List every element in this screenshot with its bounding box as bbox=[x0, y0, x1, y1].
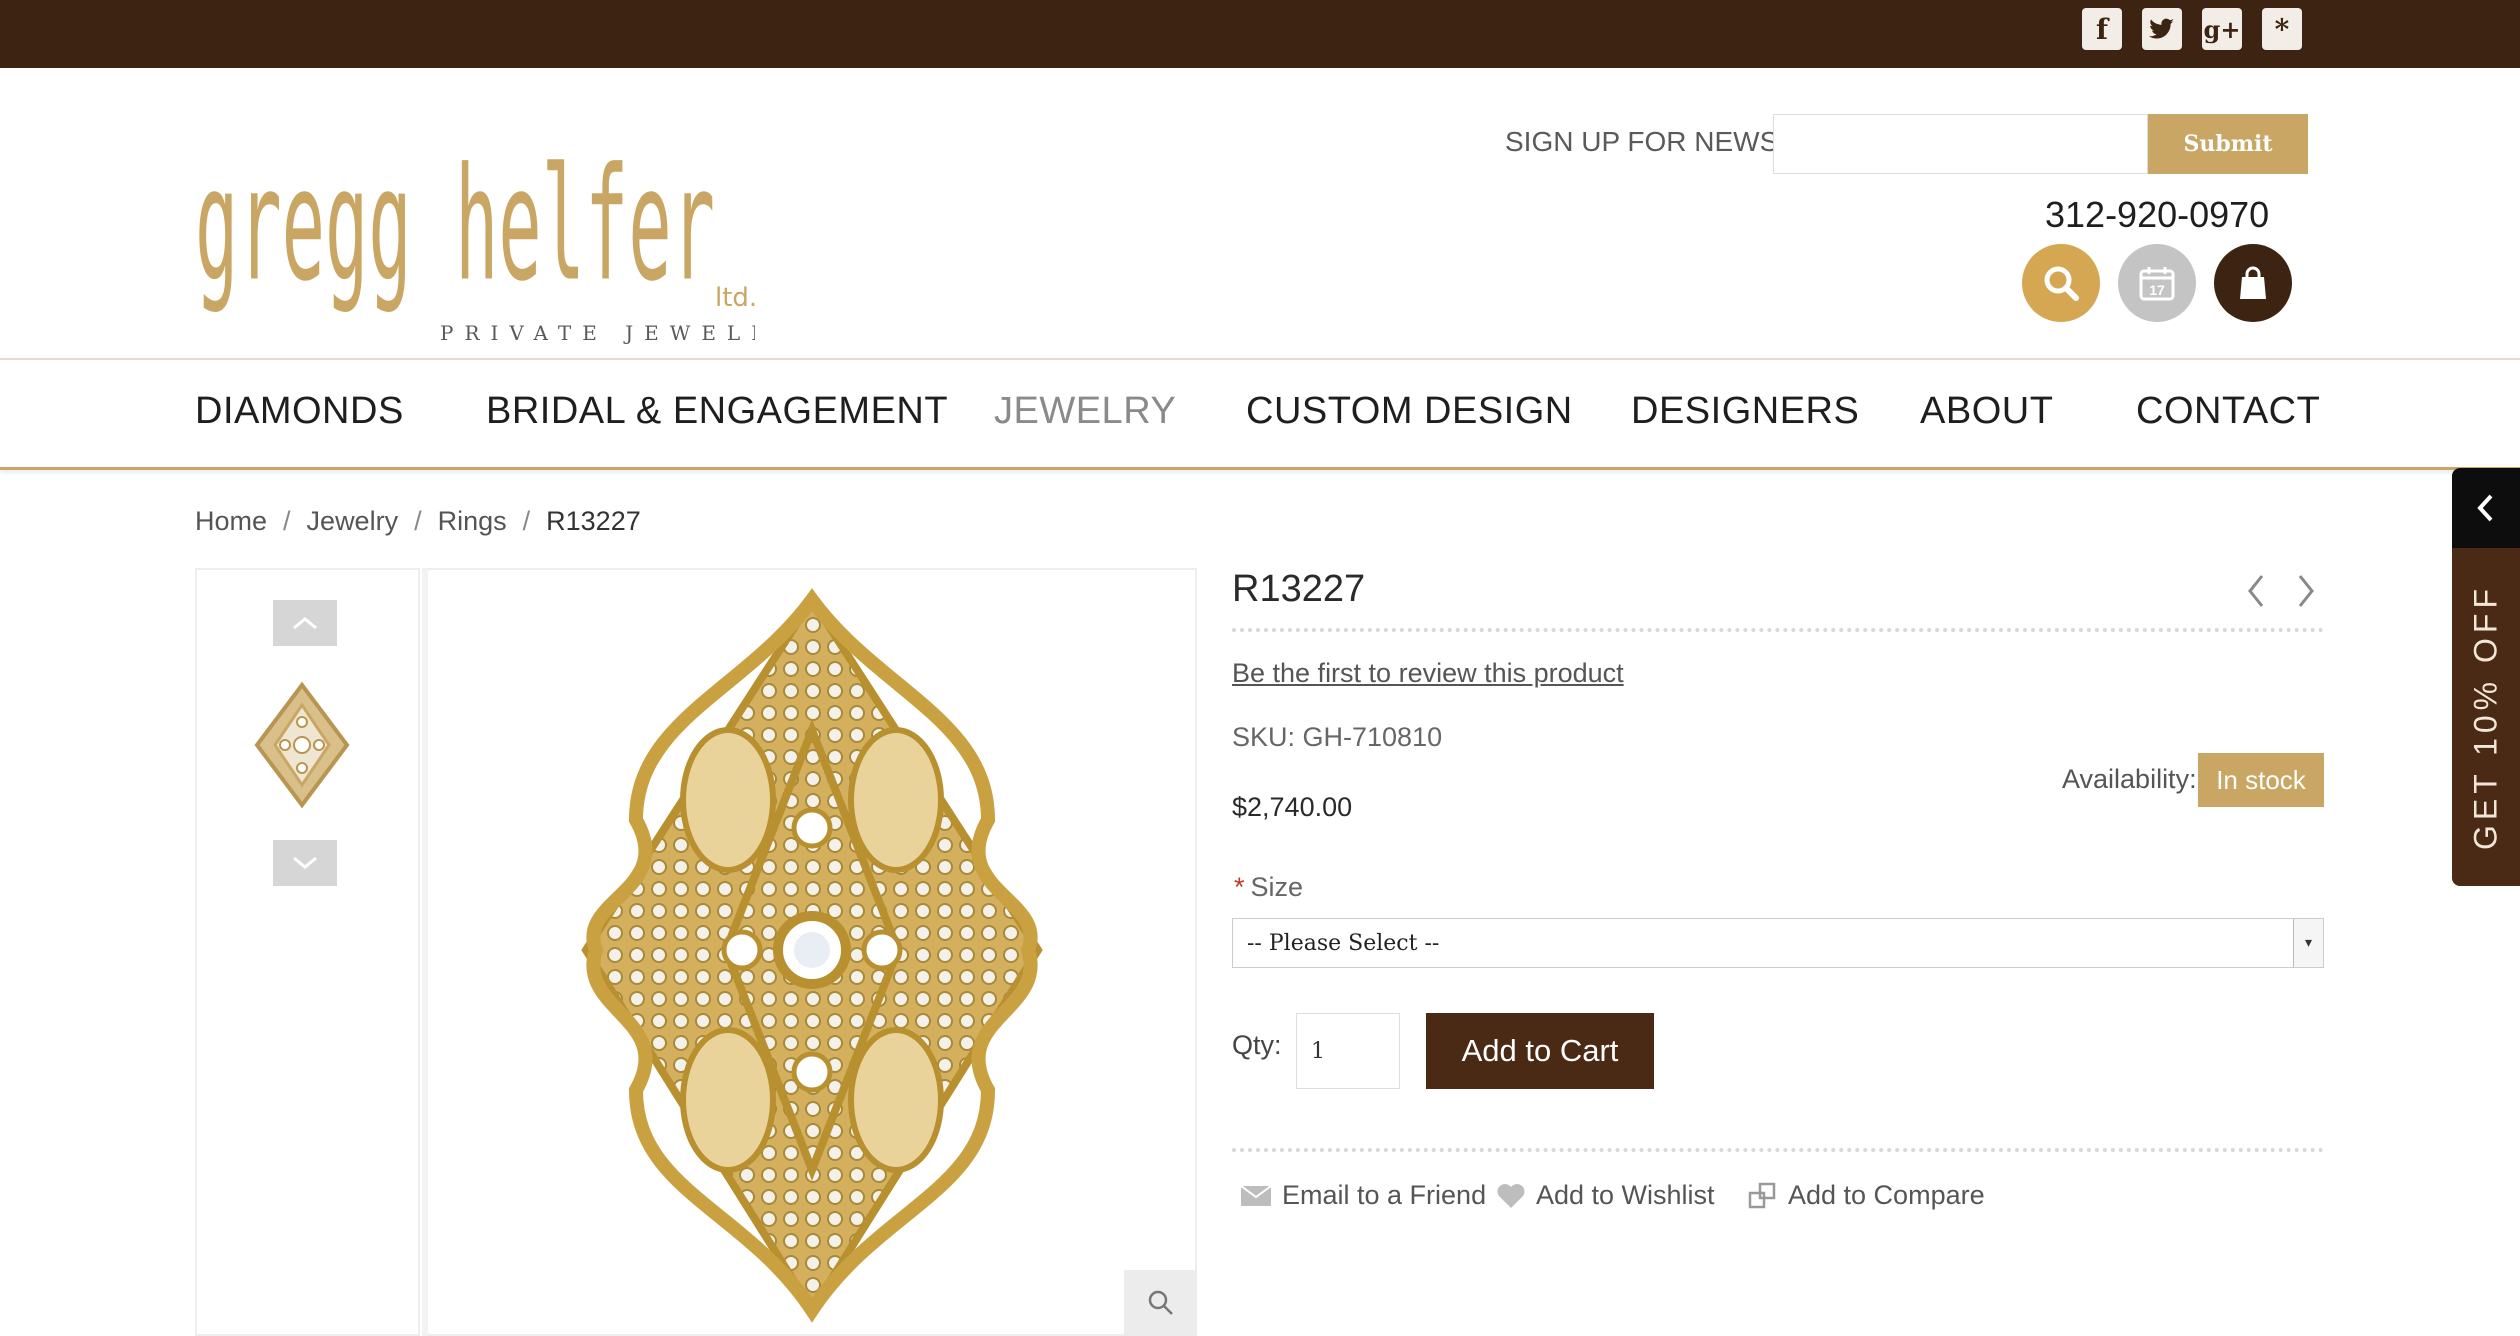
calendar-day-number: 17 bbox=[2149, 282, 2165, 298]
calendar-icon: 17 bbox=[2139, 267, 2175, 301]
envelope-icon bbox=[1240, 1184, 1272, 1206]
brand-name-text: gregg helfer bbox=[195, 134, 715, 315]
chevron-down-icon bbox=[293, 856, 317, 869]
shopping-bag-icon bbox=[2240, 266, 2266, 299]
nav-item-jewelry[interactable]: JEWELRY bbox=[994, 390, 1176, 433]
yelp-icon[interactable]: * bbox=[2262, 8, 2302, 50]
stock-status-badge: In stock bbox=[2198, 753, 2324, 807]
breadcrumb-jewelry[interactable]: Jewelry bbox=[307, 506, 399, 537]
appointment-button[interactable]: 17 bbox=[2118, 244, 2196, 322]
search-icon bbox=[2044, 266, 2079, 301]
product-sku: SKU: GH-710810 bbox=[1232, 722, 1443, 752]
compare-icon bbox=[1748, 1182, 1776, 1208]
add-to-wishlist-link[interactable]: Add to Wishlist bbox=[1496, 1180, 1715, 1211]
chevron-left-icon bbox=[2248, 575, 2264, 607]
thumbnail-up-button[interactable] bbox=[273, 600, 337, 646]
breadcrumb-home[interactable]: Home bbox=[195, 506, 267, 537]
ring-thumbnail-image bbox=[254, 681, 350, 809]
promo-toggle-button[interactable] bbox=[2452, 468, 2520, 548]
product-price: $2,740.00 bbox=[1232, 792, 1353, 822]
google-plus-glyph: g+ bbox=[2203, 14, 2241, 44]
nav-item-about[interactable]: ABOUT bbox=[1920, 390, 2053, 433]
chevron-left-icon bbox=[2477, 494, 2493, 522]
nav-item-custom-design[interactable]: CUSTOM DESIGN bbox=[1246, 390, 1573, 433]
quantity-label: Qty: bbox=[1232, 1030, 1282, 1060]
twitter-icon[interactable] bbox=[2142, 8, 2182, 50]
breadcrumb: Home / Jewelry / Rings / R13227 bbox=[195, 506, 641, 537]
brand-tagline: PRIVATE JEWELER bbox=[440, 321, 755, 345]
title-divider bbox=[1232, 628, 2324, 632]
product-title: R13227 bbox=[1232, 568, 1366, 610]
brand-logo[interactable]: gregg helfer ltd. PRIVATE JEWELER bbox=[195, 126, 792, 356]
twitter-bird-shape bbox=[2149, 18, 2174, 39]
size-label: * Size bbox=[1234, 872, 1303, 903]
yelp-glyph: * bbox=[2274, 12, 2290, 46]
cart-button[interactable] bbox=[2214, 244, 2292, 322]
thumbnail-strip bbox=[195, 568, 420, 1336]
promo-tab-body[interactable]: GET 10% OFF bbox=[2452, 548, 2520, 886]
brand-logo-wordmark: gregg helfer ltd. PRIVATE JEWELER bbox=[195, 134, 792, 345]
add-to-compare-link[interactable]: Add to Compare bbox=[1748, 1180, 1985, 1211]
brand-suffix-text: ltd. bbox=[715, 283, 755, 313]
breadcrumb-separator: / bbox=[414, 506, 422, 536]
site-header: gregg helfer ltd. PRIVATE JEWELER SIGN U… bbox=[0, 68, 2520, 360]
product-main-image[interactable] bbox=[422, 568, 1197, 1336]
nav-item-designers[interactable]: DESIGNERS bbox=[1631, 390, 1859, 433]
actions-divider bbox=[1232, 1148, 2324, 1152]
facebook-glyph: f bbox=[2095, 12, 2109, 46]
review-link[interactable]: Be the first to review this product bbox=[1232, 658, 1624, 689]
next-product-button[interactable] bbox=[2288, 568, 2324, 614]
newsletter-submit-button[interactable]: Submit bbox=[2148, 114, 2308, 174]
previous-product-button[interactable] bbox=[2238, 568, 2274, 614]
top-bar: f g+ * bbox=[0, 0, 2520, 68]
google-plus-icon[interactable]: g+ bbox=[2202, 8, 2242, 50]
main-navigation: DIAMONDS BRIDAL & ENGAGEMENT JEWELRY CUS… bbox=[0, 360, 2520, 470]
size-select[interactable]: -- Please Select -- ▾ bbox=[1232, 918, 2324, 968]
select-dropdown-icon: ▾ bbox=[2293, 919, 2323, 967]
add-to-compare-label: Add to Compare bbox=[1788, 1180, 1985, 1210]
newsletter-label: SIGN UP FOR NEWS : bbox=[1505, 126, 1794, 157]
nav-item-contact[interactable]: CONTACT bbox=[2136, 390, 2320, 433]
chevron-right-icon bbox=[2298, 575, 2314, 607]
promo-text: GET 10% OFF bbox=[2467, 583, 2504, 851]
breadcrumb-separator: / bbox=[522, 506, 531, 536]
add-to-cart-button[interactable]: Add to Cart bbox=[1426, 1013, 1654, 1089]
newsletter-email-input[interactable] bbox=[1773, 114, 2148, 174]
promo-side-tab[interactable]: GET 10% OFF bbox=[2452, 468, 2520, 886]
breadcrumb-current: R13227 bbox=[546, 506, 641, 536]
thumbnail-down-button[interactable] bbox=[273, 840, 337, 886]
search-button[interactable] bbox=[2022, 244, 2100, 322]
size-select-value: -- Please Select -- bbox=[1247, 930, 1440, 956]
phone-number[interactable]: 312-920-0970 bbox=[2045, 194, 2269, 236]
magnifier-icon bbox=[1148, 1290, 1173, 1315]
required-marker: * bbox=[1234, 872, 1245, 902]
email-to-friend-link[interactable]: Email to a Friend bbox=[1240, 1180, 1486, 1211]
product-thumbnail[interactable] bbox=[247, 680, 357, 810]
size-label-text: Size bbox=[1250, 872, 1304, 902]
ring-image bbox=[581, 588, 1043, 1323]
zoom-button[interactable] bbox=[1124, 1270, 1197, 1336]
add-to-wishlist-label: Add to Wishlist bbox=[1536, 1180, 1715, 1210]
nav-item-bridal-engagement[interactable]: BRIDAL & ENGAGEMENT bbox=[486, 390, 948, 433]
email-to-friend-label: Email to a Friend bbox=[1282, 1180, 1487, 1210]
availability-label: Availability: bbox=[2062, 764, 2197, 794]
breadcrumb-separator: / bbox=[283, 506, 291, 536]
heart-icon bbox=[1497, 1183, 1525, 1208]
facebook-icon[interactable]: f bbox=[2082, 8, 2122, 50]
chevron-up-icon bbox=[293, 617, 317, 630]
nav-item-diamonds[interactable]: DIAMONDS bbox=[195, 390, 404, 433]
breadcrumb-rings[interactable]: Rings bbox=[438, 506, 507, 537]
quantity-input[interactable]: 1 bbox=[1296, 1013, 1400, 1089]
